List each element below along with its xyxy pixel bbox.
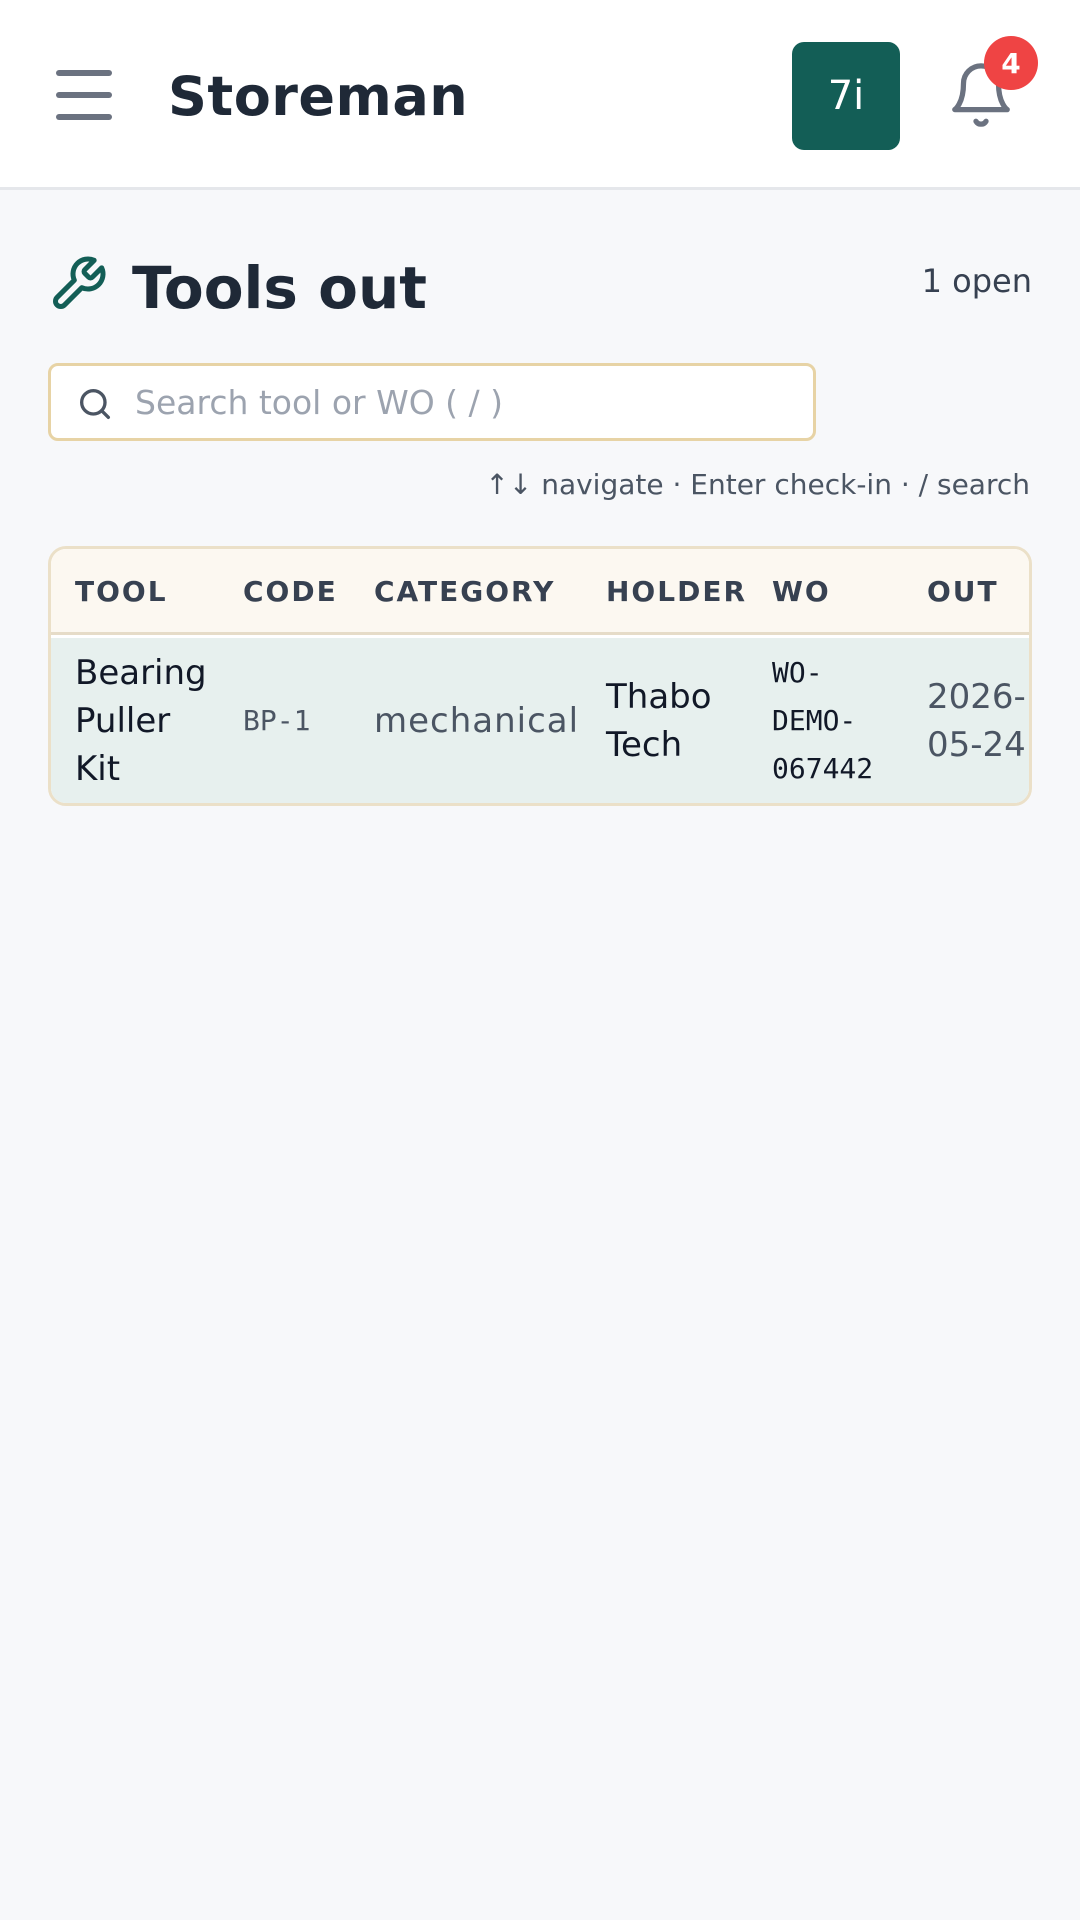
tools-table: TOOL CODE CATEGORY HOLDER WO OUT Bearing… bbox=[48, 546, 1032, 806]
page-title: Tools out bbox=[132, 254, 428, 322]
cell-wo: WO- DEMO- 067442 bbox=[772, 655, 874, 785]
cell-code: BP-1 bbox=[243, 703, 311, 737]
column-header-out: OUT bbox=[927, 575, 999, 608]
keyboard-hint: ↑↓ navigate · Enter check-in · / search bbox=[485, 468, 1030, 501]
top-bar: Storeman 7i 4 bbox=[0, 0, 1080, 190]
cell-category: mechanical bbox=[374, 700, 580, 741]
app-title: Storeman bbox=[168, 65, 469, 128]
column-header-category: CATEGORY bbox=[374, 575, 556, 608]
table-row[interactable]: Bearing Puller Kit BP-1 mechanical Thabo… bbox=[51, 638, 1029, 803]
table-header: TOOL CODE CATEGORY HOLDER WO OUT bbox=[51, 549, 1029, 635]
wrench-icon bbox=[48, 254, 108, 314]
cell-out: 2026- 05-24 bbox=[927, 676, 1026, 765]
search-input[interactable] bbox=[135, 366, 795, 438]
open-count: 1 open bbox=[921, 262, 1032, 300]
column-header-tool: TOOL bbox=[75, 575, 168, 608]
menu-icon[interactable] bbox=[56, 70, 112, 120]
search-box bbox=[48, 363, 816, 441]
cell-tool: Bearing Puller Kit bbox=[75, 652, 207, 789]
column-header-code: CODE bbox=[243, 575, 338, 608]
notification-badge[interactable]: 4 bbox=[984, 36, 1038, 90]
search-icon bbox=[75, 384, 115, 424]
column-header-wo: WO bbox=[772, 575, 831, 608]
cell-holder: Thabo Tech bbox=[606, 676, 712, 765]
avatar[interactable]: 7i bbox=[792, 42, 900, 150]
column-header-holder: HOLDER bbox=[606, 575, 748, 608]
page-header: Tools out 1 open bbox=[48, 250, 1032, 330]
